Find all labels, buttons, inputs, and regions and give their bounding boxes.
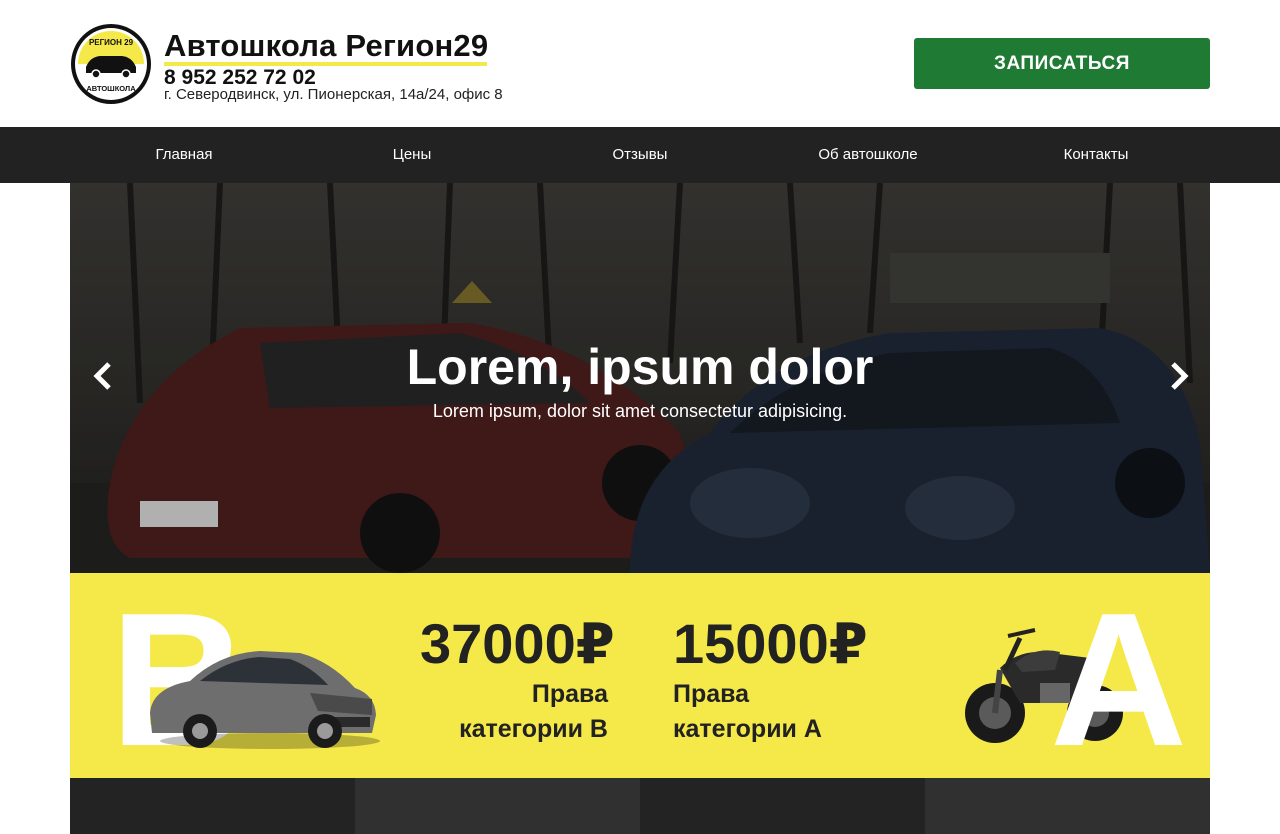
address: г. Северодвинск, ул. Пионерская, 14а/24,…: [164, 86, 503, 103]
signup-button[interactable]: ЗАПИСАТЬСЯ: [914, 38, 1210, 89]
car-image: [150, 651, 380, 749]
category-b-label: Права категории B: [430, 677, 608, 747]
logo-text-top: РЕГИОН 29: [89, 38, 134, 47]
main-nav: Главная Цены Отзывы Об автошколе Контакт…: [0, 127, 1280, 183]
chevron-right-icon[interactable]: [1160, 358, 1196, 394]
category-a-letter: A: [1050, 574, 1188, 778]
nav-item-prices[interactable]: Цены: [298, 127, 526, 183]
price-category-a: 15000₽: [673, 612, 868, 675]
feature-card[interactable]: [925, 778, 1210, 834]
category-a-label-line2: категории A: [673, 715, 822, 743]
category-b-label-line1: Права: [531, 680, 608, 708]
site-header: РЕГИОН 29 АВТОШКОЛА Автошкола Регион29 8…: [0, 0, 1280, 127]
chevron-left-icon[interactable]: [86, 358, 122, 394]
logo[interactable]: РЕГИОН 29 АВТОШКОЛА: [70, 23, 152, 105]
nav-item-about[interactable]: Об автошколе: [754, 127, 982, 183]
category-b-label-line2: категории B: [459, 715, 608, 743]
feature-card[interactable]: [640, 778, 925, 834]
nav-item-home[interactable]: Главная: [70, 127, 298, 183]
category-a-label-line1: Права: [673, 680, 750, 708]
feature-card[interactable]: [70, 778, 355, 834]
logo-text-bottom: АВТОШКОЛА: [86, 84, 136, 93]
price-category-b: 37000₽: [420, 612, 615, 675]
nav-item-reviews[interactable]: Отзывы: [526, 127, 754, 183]
feature-card[interactable]: [355, 778, 640, 834]
nav-item-contacts[interactable]: Контакты: [982, 127, 1210, 183]
pricing-band: B 37000₽ Права категории B 15000₽ Права …: [70, 573, 1210, 778]
category-a-label: Права категории A: [673, 677, 873, 747]
hero-title: Lorem, ipsum dolor: [406, 339, 874, 395]
brand-name[interactable]: Автошкола Регион29: [164, 28, 488, 64]
feature-cards: [70, 778, 1210, 834]
hero-subtitle: Lorem ipsum, dolor sit amet consectetur …: [432, 401, 848, 421]
